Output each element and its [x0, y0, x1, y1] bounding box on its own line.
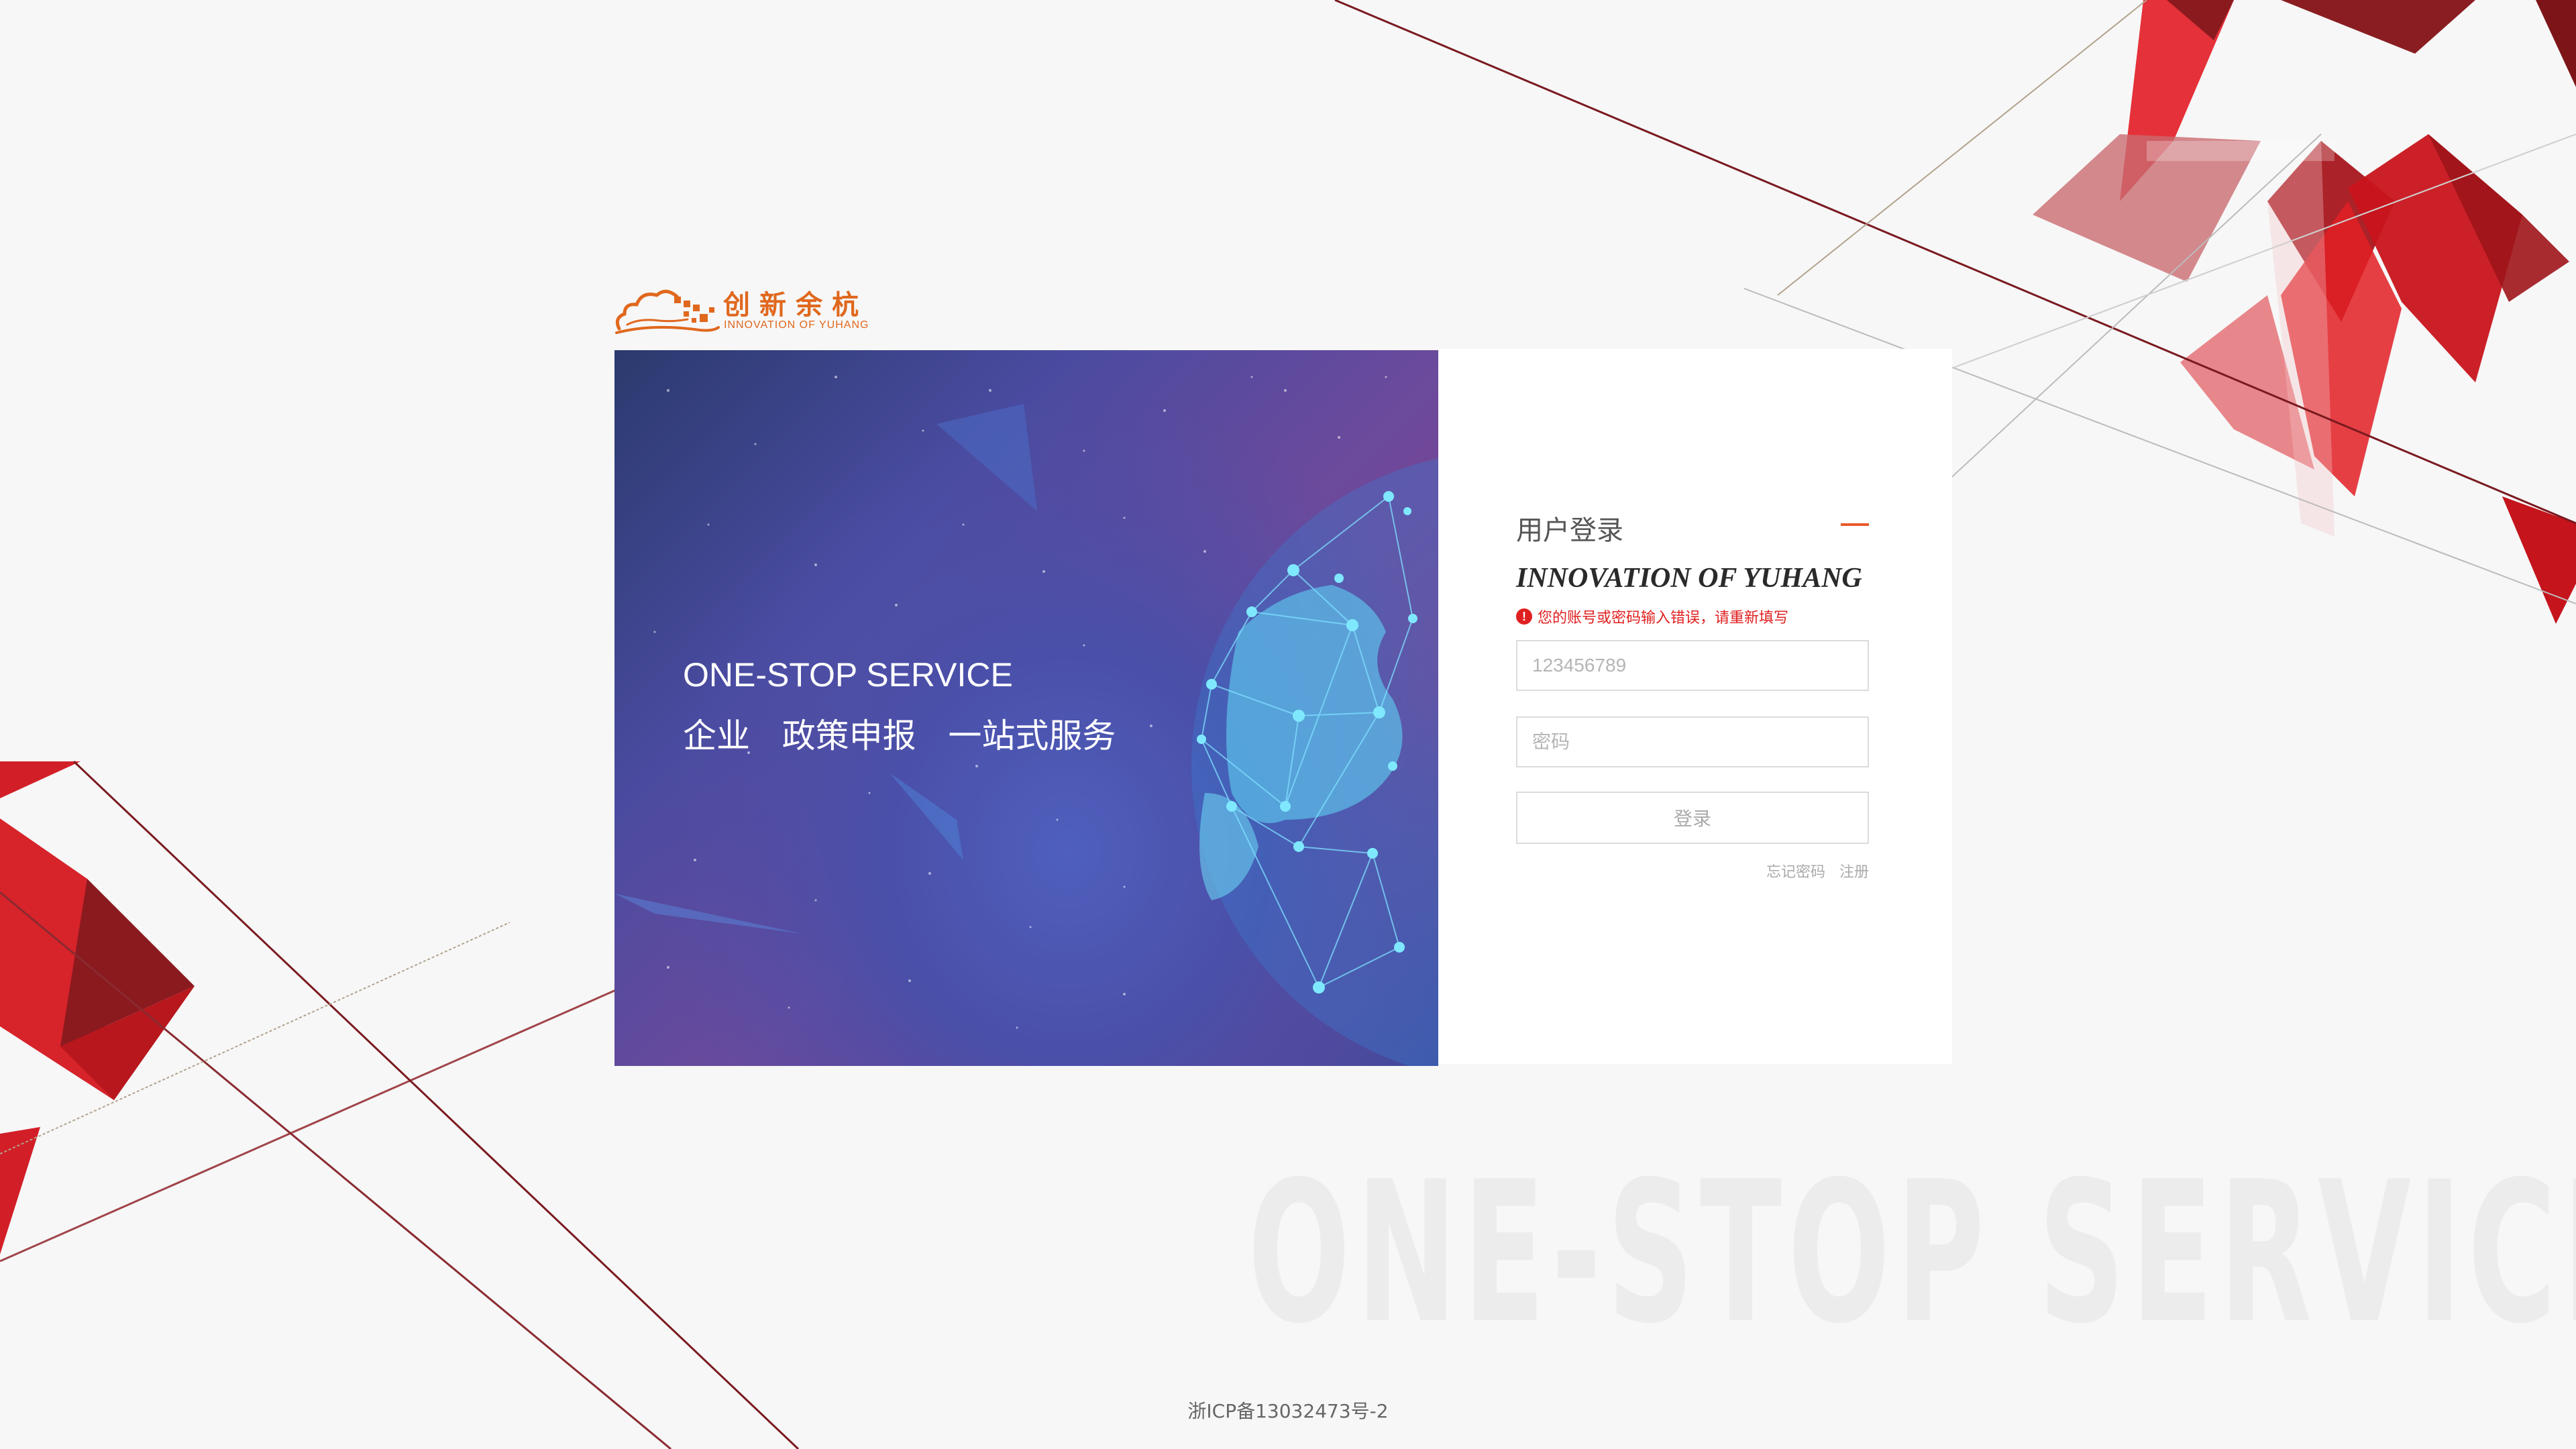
login-brand-en: INNOVATION OF YUHANG — [1516, 563, 1862, 594]
username-input[interactable] — [1516, 640, 1869, 691]
login-title: 用户登录 — [1516, 515, 1623, 546]
password-input[interactable] — [1516, 716, 1869, 767]
hero-panel: ONE-STOP SERVICE 企业 政策申报 一站式服务 — [614, 350, 1438, 1066]
floating-triangle — [614, 894, 802, 934]
forgot-password-link[interactable]: 忘记密码 — [1766, 864, 1825, 881]
exclamation-circle-icon: ! — [1516, 608, 1532, 625]
globe — [1191, 458, 1438, 1066]
bottom-left-shapes — [0, 761, 195, 1254]
footer-icp: 浙ICP备13032473号-2 — [1187, 1400, 1389, 1422]
hero-globe-illustration — [614, 376, 1438, 1066]
error-message: 您的账号或密码输入错误，请重新填写 — [1538, 610, 1789, 627]
login-page: ONE-STOP SERVICE 创新余杭 INNOVATION OF YUHA… — [0, 0, 2576, 1449]
logo-name-en: INNOVATION OF YUHANG — [724, 319, 869, 331]
floating-triangle — [890, 773, 963, 860]
hero-title-cn: 企业 政策申报 一站式服务 — [683, 716, 1116, 755]
cloud-pixel-logo-icon — [615, 290, 720, 334]
background-watermark: ONE-STOP SERVICE — [1248, 1140, 2576, 1366]
site-logo[interactable]: 创新余杭 INNOVATION OF YUHANG — [612, 280, 894, 337]
login-error: ! 您的账号或密码输入错误，请重新填写 — [1516, 606, 1788, 627]
top-right-shapes — [2033, 0, 2576, 624]
hero-title-en: ONE-STOP SERVICE — [683, 656, 1013, 694]
register-link[interactable]: 注册 — [1839, 864, 1869, 881]
auth-links: 忘记密码 注册 — [1757, 860, 1869, 881]
floating-triangle — [936, 404, 1037, 511]
logo-name-cn: 创新余杭 — [723, 290, 868, 321]
login-button[interactable]: 登录 — [1516, 792, 1869, 844]
login-panel: 用户登录 INNOVATION OF YUHANG ! 您的账号或密码输入错误，… — [1438, 349, 1952, 1064]
title-accent-dash — [1841, 523, 1869, 526]
